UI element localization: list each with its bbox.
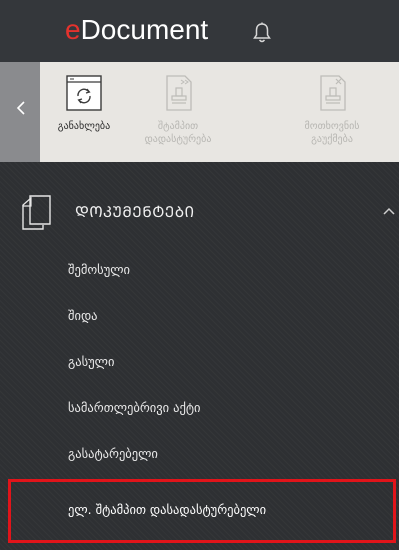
documents-icon [22,195,51,230]
refresh-document-icon [66,75,102,111]
menu-item-label: გასული [68,354,115,369]
app-header: eDocument [0,0,399,62]
logo-prefix: e [65,14,81,45]
app-logo[interactable]: eDocument [65,12,208,48]
cancel-request-label: მოთხოვნის გაუქმება [304,121,360,145]
menu-item-outgoing[interactable]: გასული [0,342,399,388]
menu-item-label: ელ. შტამპით დასადასტურებელი [68,502,267,517]
cancel-request-button[interactable]: მოთხოვნის გაუქმება [292,62,372,162]
menu-item-to-process[interactable]: გასატარებელი [0,434,399,480]
cancel-request-icon [320,75,346,111]
chevron-up-icon[interactable] [382,206,396,216]
menu-item-incoming[interactable]: შემოსული [0,250,399,296]
menu-item-internal[interactable]: შიდა [0,296,399,342]
documents-section-header[interactable]: ᲓᲝᲙᲣᲛᲔᲜᲢᲔᲑᲘ [0,186,399,242]
refresh-button-label: განახლება [57,121,111,132]
sidebar: eDocument განახლება შტამპით დადასტურება … [0,0,399,550]
menu-item-label: შიდა [68,308,98,323]
menu-item-label: გასატარებელი [68,446,158,461]
logo-text: Document [80,14,209,45]
bell-icon[interactable] [252,22,272,44]
menu-item-legal-act[interactable]: სამართლებრივი აქტი [0,388,399,434]
documents-section-title: ᲓᲝᲙᲣᲛᲔᲜᲢᲔᲑᲘ [75,203,195,221]
refresh-button[interactable]: განახლება [44,62,124,162]
toolbar: განახლება შტამპით დადასტურება მოთხოვნის … [0,62,399,162]
menu-item-label: სამართლებრივი აქტი [68,400,201,415]
stamp-confirm-icon [166,75,192,111]
stamp-confirm-label: შტამპით დადასტურება [144,121,212,145]
toolbar-back-button[interactable] [0,62,40,162]
menu-item-e-stamp-confirm[interactable]: ელ. შტამპით დასადასტურებელი [8,479,396,543]
menu-item-label: შემოსული [68,262,131,277]
chevron-left-icon [16,101,25,115]
stamp-confirm-button[interactable]: შტამპით დადასტურება [138,62,218,162]
